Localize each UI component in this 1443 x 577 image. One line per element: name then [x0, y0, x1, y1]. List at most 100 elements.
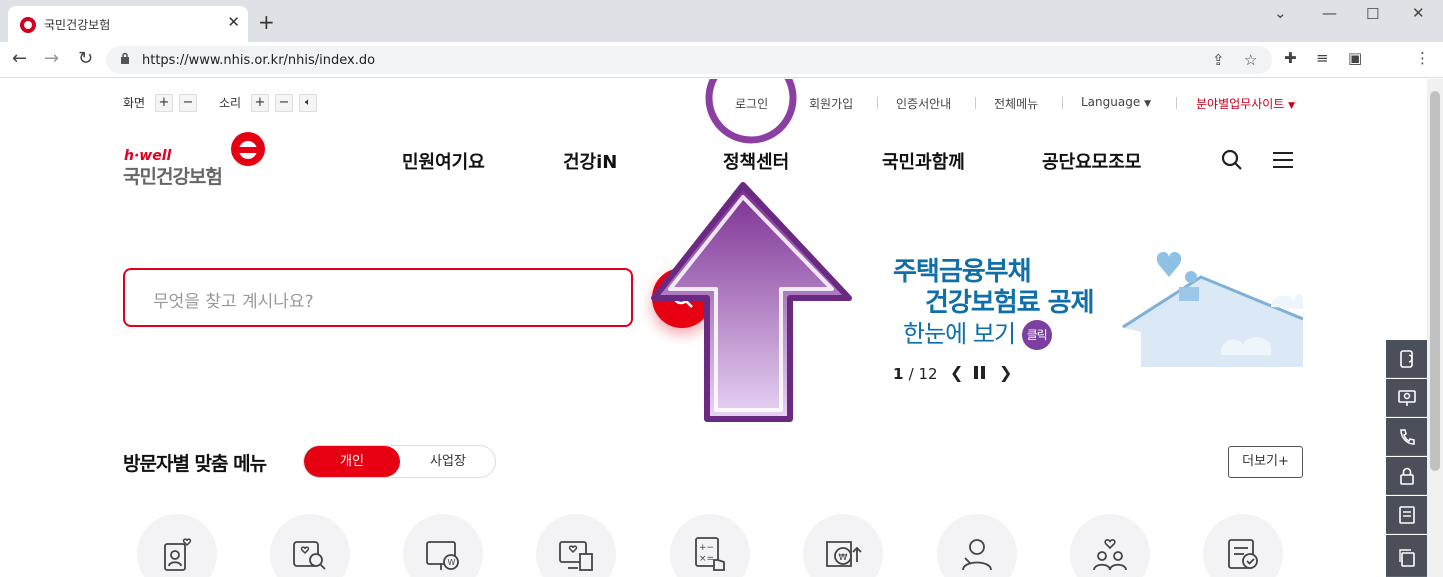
screen-zoom-out-button[interactable]: − — [179, 94, 197, 112]
gnb-civil-service[interactable]: 민원여기요 — [402, 148, 485, 174]
monitor-payment-icon: W — [426, 541, 459, 570]
quick-menu-item[interactable] — [270, 514, 350, 577]
quick-menu-item[interactable] — [937, 514, 1017, 577]
more-button[interactable]: 더보기+ — [1228, 446, 1303, 478]
side-quick-button[interactable] — [1386, 457, 1427, 495]
lock-icon — [121, 52, 129, 64]
svg-text:₩: ₩ — [839, 553, 848, 563]
close-tab-icon[interactable]: ✕ — [227, 13, 240, 31]
svg-text:+−: +− — [699, 543, 714, 553]
banner-total-pages: / 12 — [908, 365, 938, 383]
all-menu-link[interactable]: 전체메뉴 — [994, 95, 1038, 112]
banner-prev-icon[interactable]: ❮ — [950, 363, 963, 382]
side-quick-button[interactable] — [1386, 379, 1427, 417]
quick-menu-item[interactable] — [536, 514, 616, 577]
new-tab-icon[interactable]: + — [258, 10, 275, 34]
monitor-person-icon — [1398, 390, 1416, 406]
divider — [1176, 97, 1177, 109]
address-bar[interactable]: https://www.nhis.or.kr/nhis/index.do ⇪ ☆ — [106, 46, 1272, 74]
hamburger-menu-icon[interactable] — [1272, 150, 1294, 170]
side-panel-icon[interactable]: ▣ — [1348, 49, 1362, 67]
side-quick-button[interactable] — [1386, 340, 1427, 378]
media-control-icon[interactable]: ≡ — [1316, 49, 1329, 67]
highlight-circle — [705, 79, 797, 144]
maximize-icon[interactable]: ☐ — [1366, 5, 1379, 23]
tab-personal[interactable]: 개인 — [304, 446, 400, 477]
business-site-dropdown[interactable]: 분야별업무사이트 ▼ — [1196, 95, 1295, 112]
extensions-icon[interactable]: ✚ — [1284, 49, 1297, 67]
url-text: https://www.nhis.or.kr/nhis/index.do — [142, 53, 376, 68]
banner-line-3-text: 한눈에 보기 — [903, 320, 1016, 348]
heart-search-icon — [293, 541, 326, 570]
annotation-overlay — [651, 79, 852, 422]
banner-current-page: 1 — [893, 365, 904, 383]
search-placeholder: 무엇을 찾고 계시나요? — [153, 292, 314, 312]
people-icon — [962, 539, 992, 571]
side-quick-button[interactable] — [1386, 496, 1427, 534]
favicon-icon — [20, 17, 36, 33]
banner-pause-icon[interactable] — [981, 366, 985, 379]
tab-search-icon[interactable]: ⌄ — [1274, 4, 1287, 22]
gnb-with-people[interactable]: 국민과함께 — [882, 148, 965, 174]
quick-menu-item[interactable]: W — [403, 514, 483, 577]
quick-menu-item[interactable] — [137, 514, 217, 577]
document-check-icon — [1228, 539, 1258, 569]
document-list-icon — [1399, 506, 1415, 524]
caret-down-icon: ▼ — [1144, 99, 1151, 109]
mobile-document-icon — [1400, 350, 1413, 368]
browser-tab[interactable]: 국민건강보험 ✕ — [8, 6, 248, 42]
quick-menu-item[interactable]: +− ×= — [670, 514, 750, 577]
page-scrollbar[interactable] — [1427, 79, 1443, 577]
language-dropdown[interactable]: Language ▼ — [1081, 95, 1151, 109]
promo-banner[interactable]: 주택금융부채 건강보험료 공제 한눈에 보기 클릭 — [893, 247, 1303, 367]
banner-click-badge: 클릭 — [1021, 320, 1052, 350]
banner-next-icon[interactable]: ❯ — [999, 363, 1012, 382]
browser-toolbar: ← → ↻ https://www.nhis.or.kr/nhis/index.… — [0, 42, 1443, 78]
bookmark-star-icon[interactable]: ☆ — [1244, 51, 1257, 69]
tab-title: 국민건강보험 — [44, 18, 111, 32]
browser-tab-bar: 국민건강보험 ✕ + ⌄ — ☐ ✕ — [0, 0, 1443, 42]
tab-business[interactable]: 사업장 — [400, 446, 496, 477]
screen-size-label: 화면 — [123, 96, 146, 110]
search-icon[interactable] — [1220, 148, 1244, 172]
scrollbar-thumb[interactable] — [1430, 91, 1440, 471]
screen-zoom-in-button[interactable]: + — [155, 94, 173, 112]
back-icon[interactable]: ← — [12, 48, 27, 69]
document-heart-icon — [559, 541, 593, 571]
close-window-icon[interactable]: ✕ — [1412, 4, 1425, 22]
banner-pager: 1 / 12 — [893, 365, 938, 383]
cert-guide-link[interactable]: 인증서안내 — [896, 95, 951, 112]
nhis-logo[interactable]: h·well 국민건강보험 — [123, 131, 273, 188]
divider — [975, 97, 976, 109]
language-label: Language — [1081, 95, 1141, 109]
forward-icon[interactable]: → — [44, 48, 59, 69]
speaker-icon[interactable]: 🔈︎ — [299, 94, 317, 112]
page-content: 화면 + − 소리 + − 🔈︎ 로그인 회원가입 인증서안내 전체메뉴 Lan… — [0, 79, 1427, 577]
side-quick-button[interactable] — [1386, 418, 1427, 456]
side-quick-button[interactable] — [1386, 535, 1427, 577]
visitor-menu-title: 방문자별 맞춤 메뉴 — [123, 453, 267, 475]
banner-line-3: 한눈에 보기 클릭 — [903, 314, 1052, 350]
phone-icon — [1400, 429, 1415, 445]
sound-down-button[interactable]: − — [275, 94, 293, 112]
gnb-about-nhis[interactable]: 공단요모조모 — [1042, 148, 1141, 174]
svg-text:×=: ×= — [699, 554, 714, 564]
sound-label: 소리 — [219, 96, 242, 110]
share-icon[interactable]: ⇪ — [1212, 51, 1225, 69]
minimize-icon[interactable]: — — [1322, 4, 1337, 22]
sound-up-button[interactable]: + — [251, 94, 269, 112]
business-site-label: 분야별업무사이트 — [1196, 97, 1285, 111]
banner-pause-icon[interactable] — [974, 366, 978, 379]
browser-menu-icon[interactable]: ⋮ — [1415, 49, 1430, 67]
svg-text:W: W — [448, 558, 456, 567]
quick-menu-item[interactable] — [1203, 514, 1283, 577]
heart-profile-icon — [164, 538, 192, 571]
house-illustration-icon — [1121, 251, 1303, 367]
divider — [1062, 97, 1063, 109]
quick-menu-item[interactable] — [1070, 514, 1150, 577]
quick-menu-item[interactable]: ₩ — [803, 514, 883, 577]
caret-down-icon: ▼ — [1288, 101, 1296, 111]
reload-icon[interactable]: ↻ — [78, 48, 93, 69]
gnb-health-in[interactable]: 건강iN — [563, 148, 617, 174]
search-input[interactable]: 무엇을 찾고 계시나요? — [123, 268, 633, 327]
